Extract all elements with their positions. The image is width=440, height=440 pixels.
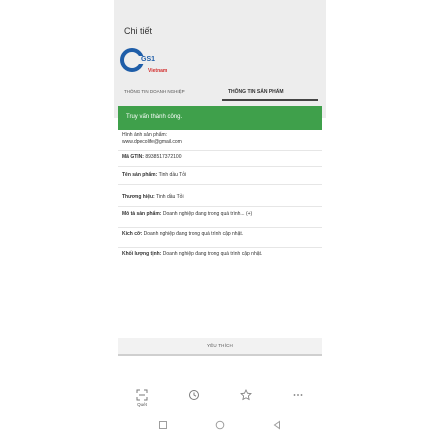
- divider: [118, 150, 322, 151]
- logo-subtitle: Vietnam: [148, 68, 168, 74]
- nav-history[interactable]: [184, 388, 204, 408]
- weight-value: Doanh nghiệp đang trong quá trình cập nh…: [162, 251, 263, 257]
- page-title: Chi tiết: [124, 26, 153, 36]
- gtin-label: Mã GTIN:: [122, 154, 144, 160]
- phone-screen: Chi tiết GS1 Vietnam THÔNG TIN DOANH NGH…: [114, 0, 326, 440]
- favorite-button[interactable]: YÊU THÍCH: [118, 338, 322, 356]
- size-field: Kích cỡ: Doanh nghiệp đang trong quá trì…: [122, 231, 318, 238]
- divider: [118, 166, 322, 167]
- recent-apps-icon[interactable]: [158, 420, 168, 430]
- header: Chi tiết GS1 Vietnam THÔNG TIN DOANH NGH…: [114, 0, 326, 118]
- nav-scan[interactable]: Quét: [132, 388, 152, 408]
- favorite-button-label: YÊU THÍCH: [207, 343, 233, 348]
- brand-field: Thương hiệu: Tinh dầu Tỏi: [122, 194, 318, 201]
- bottom-nav: Quét: [114, 382, 326, 412]
- toast-text: Truy vấn thành công.: [126, 114, 183, 120]
- more-icon: [293, 394, 303, 396]
- gtin-value: 8938517372100: [145, 154, 182, 160]
- success-toast: Truy vấn thành công.: [118, 106, 322, 130]
- name-label: Tên sản phẩm:: [122, 172, 158, 178]
- tab-product-info[interactable]: THÔNG TIN SẢN PHẨM: [228, 89, 284, 95]
- description-label: Mô tả sản phẩm:: [122, 211, 162, 217]
- size-value: Doanh nghiệp đang trong quá trình cập nh…: [143, 231, 244, 237]
- history-icon: [189, 390, 199, 400]
- gtin-field: Mã GTIN: 8938517372100: [122, 154, 318, 161]
- image-value: www.dpecolife@gmail.com: [122, 138, 182, 145]
- nav-scan-label: Quét: [137, 402, 147, 407]
- active-tab-indicator: [222, 99, 318, 101]
- logo-text: GS1: [141, 56, 156, 63]
- nav-favorites[interactable]: [236, 388, 256, 408]
- divider: [118, 206, 322, 207]
- weight-field: Khối lượng tịnh: Doanh nghiệp đang trong…: [122, 251, 318, 258]
- brand-value: Tinh dầu Tỏi: [156, 194, 184, 200]
- star-icon: [240, 389, 252, 401]
- size-label: Kích cỡ:: [122, 231, 143, 237]
- description-value[interactable]: Doanh nghiệp đang trong quá trình... (+): [163, 211, 252, 217]
- nav-more[interactable]: [288, 388, 308, 408]
- name-value: Tinh dầu Tỏi: [158, 172, 187, 178]
- back-icon[interactable]: [272, 420, 282, 430]
- tab-business-info[interactable]: THÔNG TIN DOANH NGHIỆP: [124, 89, 185, 94]
- brand-label: Thương hiệu:: [122, 194, 155, 200]
- scan-icon: [136, 389, 148, 401]
- image-field: Hình ảnh sản phẩm: www.dpecolife@gmail.c…: [122, 132, 318, 145]
- divider: [118, 184, 322, 185]
- system-nav-bar: [114, 412, 326, 440]
- name-field: Tên sản phẩm: Tinh dầu Tỏi: [122, 172, 318, 179]
- description-field: Mô tả sản phẩm: Doanh nghiệp đang trong …: [122, 211, 318, 218]
- divider: [118, 227, 322, 228]
- divider: [118, 247, 322, 248]
- weight-label: Khối lượng tịnh:: [122, 251, 162, 257]
- tab-bar: THÔNG TIN DOANH NGHIỆP THÔNG TIN SẢN PHẨ…: [114, 86, 326, 101]
- home-icon[interactable]: [215, 420, 225, 430]
